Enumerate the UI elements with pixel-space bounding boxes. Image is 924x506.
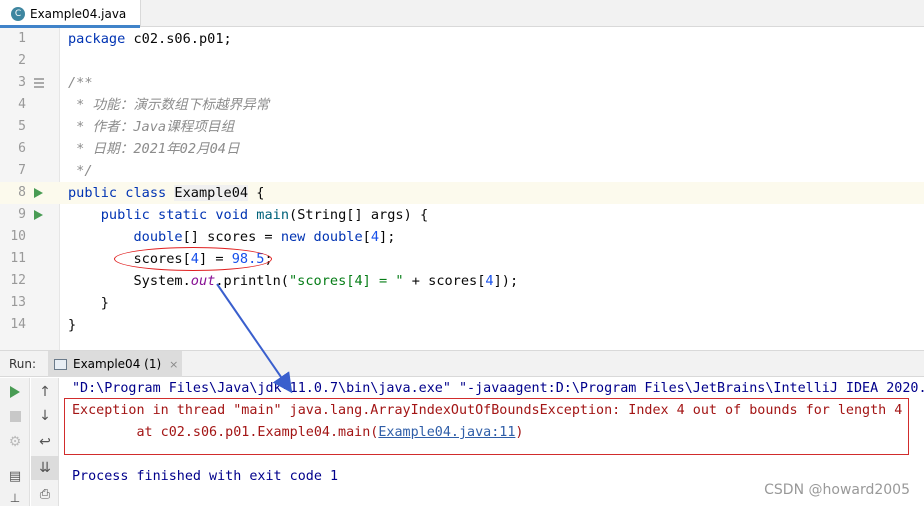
editor-tab-example04[interactable]: C Example04.java bbox=[0, 0, 141, 28]
line-number: 6 bbox=[18, 141, 26, 156]
print-icon: ⎙ bbox=[39, 486, 51, 502]
line-number: 4 bbox=[18, 97, 26, 112]
watermark: CSDN @howard2005 bbox=[764, 482, 910, 498]
code-text: * 功能：演示数组下标越界异常 bbox=[68, 97, 270, 113]
code-line: 14 } bbox=[0, 314, 924, 336]
line-number: 2 bbox=[18, 53, 26, 68]
arrow-up-icon: ↑ bbox=[39, 384, 51, 400]
code-text: */ bbox=[68, 163, 93, 179]
console-icon bbox=[54, 358, 67, 370]
code-text: * 作者：Java课程项目组 bbox=[68, 119, 235, 135]
layout-icon: ▤ bbox=[8, 468, 22, 484]
code-line: 7 */ bbox=[0, 160, 924, 182]
code-text: * 日期：2021年02月04日 bbox=[68, 141, 240, 157]
console-exception-line: Exception in thread "main" java.lang.Arr… bbox=[72, 403, 903, 418]
console-finished-line: Process finished with exit code 1 bbox=[72, 469, 339, 484]
code-text: /** bbox=[68, 75, 93, 91]
line-number: 13 bbox=[10, 295, 26, 310]
print-button[interactable]: ⎙ bbox=[31, 482, 59, 506]
gear-icon: ⚙ bbox=[8, 434, 22, 450]
console-command-line: "D:\Program Files\Java\jdk-11.0.7\bin\ja… bbox=[72, 381, 924, 396]
code-text: public class Example04 { bbox=[68, 185, 265, 201]
close-icon[interactable]: × bbox=[169, 358, 178, 371]
soft-wrap-icon: ↩ bbox=[39, 434, 51, 450]
console-stacktrace-line: at c02.s06.p01.Example04.main(Example04.… bbox=[72, 422, 524, 444]
run-toolbar-secondary: ↑ ↓ ↩ ⇊ ⎙ bbox=[31, 378, 59, 506]
code-line: 5 * 作者：Java课程项目组 bbox=[0, 116, 924, 138]
line-number: 10 bbox=[10, 229, 26, 244]
code-line: 9 public static void main(String[] args)… bbox=[0, 204, 924, 226]
code-text: } bbox=[68, 317, 77, 333]
rerun-button[interactable] bbox=[0, 380, 30, 404]
line-number: 14 bbox=[10, 317, 26, 332]
code-text: public static void main(String[] args) { bbox=[100, 207, 429, 223]
editor-tab-label: Example04.java bbox=[30, 6, 127, 21]
run-label: Run: bbox=[9, 356, 37, 371]
run-gutter-icon[interactable] bbox=[34, 210, 43, 220]
line-number: 5 bbox=[18, 119, 26, 134]
line-number: 3 bbox=[18, 75, 26, 90]
scroll-down-button[interactable]: ↓ bbox=[31, 404, 59, 428]
run-gutter-icon[interactable] bbox=[34, 188, 43, 198]
debug-settings-button[interactable]: ⚙ bbox=[0, 430, 30, 454]
error-line-annotation-oval bbox=[114, 247, 272, 271]
run-tab-example04[interactable]: Example04 (1) × bbox=[48, 351, 182, 377]
code-text: double[] scores = new double[4]; bbox=[133, 229, 396, 245]
stop-button[interactable] bbox=[0, 404, 30, 428]
code-text: package c02.s06.p01; bbox=[68, 31, 232, 47]
stacktrace-source-link[interactable]: Example04.java:11 bbox=[378, 425, 515, 440]
line-number: 7 bbox=[18, 163, 26, 178]
code-text: } bbox=[68, 295, 109, 311]
run-toolbar-primary: ⚙ ▤ ⊥ bbox=[0, 378, 30, 506]
code-editor[interactable]: 1 package c02.s06.p01; 2 3 /** 4 * 功能：演示… bbox=[0, 28, 924, 350]
code-line: 13 } bbox=[0, 292, 924, 314]
line-number: 11 bbox=[10, 251, 26, 266]
stacktrace-prefix: at c02.s06.p01.Example04.main( bbox=[72, 425, 379, 440]
run-panel-header: Run: Example04 (1) × bbox=[0, 350, 924, 377]
code-line: 1 package c02.s06.p01; bbox=[0, 28, 924, 50]
editor-tab-bar: C Example04.java bbox=[0, 0, 924, 28]
scroll-to-end-icon: ⇊ bbox=[39, 460, 51, 476]
play-icon bbox=[10, 386, 20, 398]
pin-icon: ⊥ bbox=[9, 491, 21, 505]
arrow-down-icon: ↓ bbox=[39, 408, 51, 424]
scroll-up-button[interactable]: ↑ bbox=[31, 380, 59, 404]
layout-button[interactable]: ▤ bbox=[0, 464, 30, 488]
code-line: 3 /** bbox=[0, 72, 924, 94]
code-line: 10 double[] scores = new double[4]; bbox=[0, 226, 924, 248]
scroll-to-end-button[interactable]: ⇊ bbox=[31, 456, 59, 480]
line-number: 9 bbox=[18, 207, 26, 222]
line-number: 1 bbox=[18, 31, 26, 46]
pin-button[interactable]: ⊥ bbox=[0, 486, 30, 506]
line-number: 8 bbox=[18, 185, 26, 200]
code-line: 6 * 日期：2021年02月04日 bbox=[0, 138, 924, 160]
code-line: 12 System.out.println("scores[4] = " + s… bbox=[0, 270, 924, 292]
code-line: 2 bbox=[0, 50, 924, 72]
code-line: 8 public class Example04 { bbox=[0, 182, 924, 204]
run-tab-label: Example04 (1) bbox=[73, 357, 162, 371]
code-line: 4 * 功能：演示数组下标越界异常 bbox=[0, 94, 924, 116]
code-text: System.out.println("scores[4] = " + scor… bbox=[68, 273, 519, 289]
soft-wrap-button[interactable]: ↩ bbox=[31, 430, 59, 454]
stacktrace-suffix: ) bbox=[515, 425, 524, 440]
java-class-icon: C bbox=[11, 6, 25, 21]
line-number: 12 bbox=[10, 273, 26, 288]
stop-icon bbox=[9, 410, 21, 422]
doc-fold-icon[interactable] bbox=[34, 78, 44, 88]
